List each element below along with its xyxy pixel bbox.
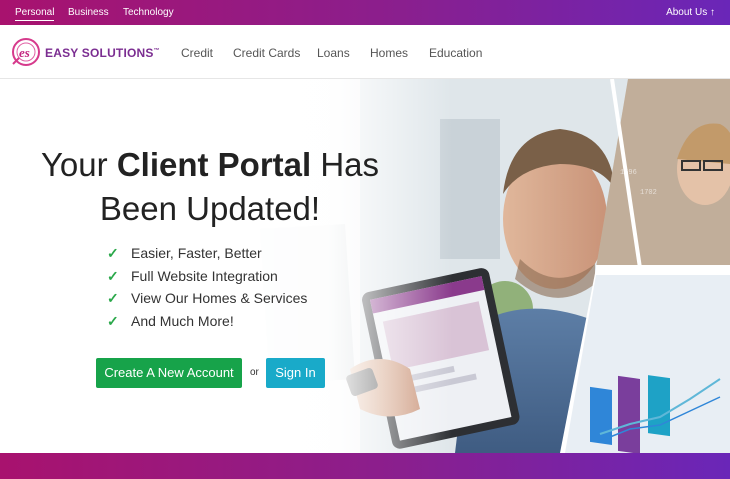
footer-band bbox=[0, 453, 730, 479]
hero-section: 1696 1702 Your Client Portal Has Been Up… bbox=[0, 79, 730, 453]
list-item: ✓ Full Website Integration bbox=[107, 267, 278, 284]
svg-text:1702: 1702 bbox=[640, 189, 657, 197]
nav-credit-cards[interactable]: Credit Cards bbox=[233, 46, 300, 60]
hero-headline: Your Client Portal Has Been Updated! bbox=[40, 146, 380, 227]
nav-homes[interactable]: Homes bbox=[370, 46, 408, 60]
create-account-button[interactable]: Create A New Account bbox=[96, 358, 242, 388]
tab-personal[interactable]: Personal bbox=[15, 7, 55, 21]
nav-loans[interactable]: Loans bbox=[317, 46, 350, 60]
sign-in-button[interactable]: Sign In bbox=[266, 358, 325, 388]
list-item: ✓ View Our Homes & Services bbox=[107, 290, 308, 306]
tab-business[interactable]: Business bbox=[68, 7, 109, 18]
check-icon: ✓ bbox=[107, 290, 119, 306]
list-item: ✓ Easier, Faster, Better bbox=[107, 245, 262, 261]
check-icon: ✓ bbox=[107, 312, 119, 329]
main-navbar: es EASY SOLUTIONS™ Credit Credit Cards L… bbox=[0, 25, 730, 79]
feature-list: ✓ Easier, Faster, Better ✓ Full Website In… bbox=[107, 245, 307, 335]
svg-text:es: es bbox=[19, 45, 30, 60]
check-icon: ✓ bbox=[107, 245, 119, 261]
nav-credit[interactable]: Credit bbox=[181, 46, 213, 60]
brand-name[interactable]: EASY SOLUTIONS™ bbox=[45, 46, 160, 60]
list-item: ✓ And Much More! bbox=[107, 312, 234, 329]
top-utility-bar: Personal Business Technology About Us ↑ bbox=[0, 0, 730, 25]
tab-technology[interactable]: Technology bbox=[123, 7, 174, 18]
check-icon: ✓ bbox=[107, 267, 119, 284]
or-separator: or bbox=[250, 367, 259, 378]
about-us-link[interactable]: About Us ↑ bbox=[666, 7, 715, 18]
svg-text:1696: 1696 bbox=[620, 169, 637, 177]
nav-education[interactable]: Education bbox=[429, 46, 482, 60]
